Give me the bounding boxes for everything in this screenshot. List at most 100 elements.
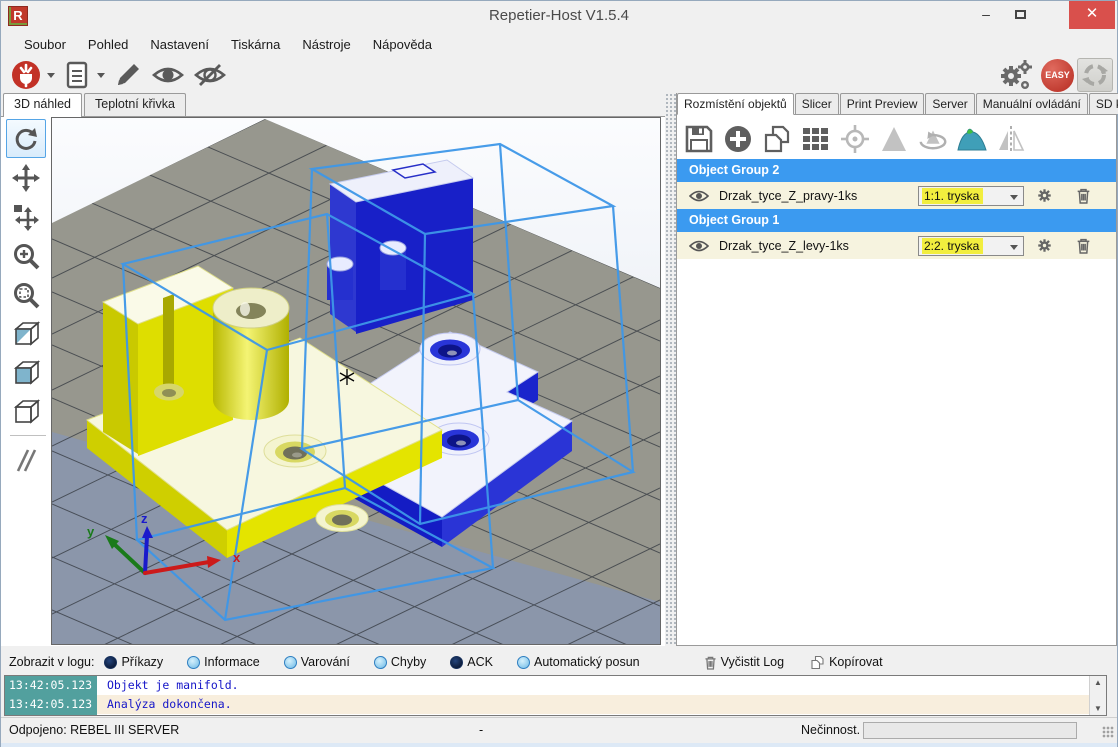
app-window: R Repetier-Host V1.5.4 – ✕ Soubor Pohled… <box>0 0 1118 747</box>
object-row[interactable]: Drzak_tyce_Z_pravy-1ks 1:1. tryska <box>677 182 1116 209</box>
add-object-button[interactable] <box>722 123 754 155</box>
zoom-in-button[interactable] <box>6 236 46 275</box>
visibility-eye-icon[interactable] <box>689 239 711 253</box>
filter-commands[interactable]: Příkazy <box>104 655 163 669</box>
filter-warnings[interactable]: Varování <box>284 655 350 669</box>
tab-sd-card[interactable]: SD karta <box>1089 93 1118 114</box>
maximize-button[interactable] <box>1003 1 1037 29</box>
window-title: Repetier-Host V1.5.4 <box>1 1 1117 31</box>
hide-travel-button[interactable] <box>189 59 231 91</box>
front-view-button[interactable] <box>6 353 46 392</box>
extruder-select[interactable]: 2:2. tryska <box>918 236 1024 256</box>
grid-icon <box>801 124 831 154</box>
menu-soubor[interactable]: Soubor <box>13 34 77 55</box>
object-settings-button[interactable] <box>1036 187 1076 204</box>
printer-settings-button[interactable] <box>994 59 1038 91</box>
connect-dropdown-caret[interactable] <box>47 73 55 78</box>
window-bottom-edge <box>1 743 1117 747</box>
filter-dot-icon <box>187 656 200 669</box>
3d-canvas[interactable]: y z x <box>51 117 661 645</box>
log-time: 13:42:05.123 <box>5 676 97 695</box>
isometric-view-button[interactable] <box>6 314 46 353</box>
mirror-icon <box>996 124 1026 154</box>
menu-nastroje[interactable]: Nástroje <box>291 34 361 55</box>
menu-tiskarna[interactable]: Tiskárna <box>220 34 291 55</box>
menu-napoveda[interactable]: Nápověda <box>362 34 443 55</box>
menu-nastaveni[interactable]: Nastavení <box>139 34 220 55</box>
filament-change-button[interactable] <box>1077 58 1113 92</box>
filter-errors[interactable]: Chyby <box>374 655 426 669</box>
lay-flat-button[interactable] <box>956 123 988 155</box>
move-icon <box>12 164 40 192</box>
parallel-lines-icon <box>12 446 40 474</box>
trash-icon <box>704 655 717 670</box>
show-filament-button[interactable] <box>147 59 189 91</box>
menu-bar: Soubor Pohled Nastavení Tiskárna Nástroj… <box>1 31 1117 57</box>
scroll-up-icon[interactable]: ▲ <box>1094 678 1102 687</box>
filter-info[interactable]: Informace <box>187 655 260 669</box>
tab-manual-control[interactable]: Manuální ovládání <box>976 93 1088 114</box>
log-message-column: Objekt je manifold. Analýza dokončena. <box>97 676 1089 715</box>
log-show-label: Zobrazit v logu: <box>9 655 94 669</box>
parallel-projection-button[interactable] <box>6 440 46 479</box>
cube-iso-icon <box>11 319 41 349</box>
object-row[interactable]: Drzak_tyce_Z_levy-1ks 2:2. tryska <box>677 232 1116 259</box>
edit-button[interactable] <box>109 59 147 91</box>
filter-ack[interactable]: ACK <box>450 655 493 669</box>
load-file-dropdown-caret[interactable] <box>97 73 105 78</box>
extruder-select[interactable]: 1:1. tryska <box>918 186 1024 206</box>
save-button[interactable] <box>683 123 715 155</box>
connect-button[interactable] <box>7 59 45 91</box>
autoposition-button[interactable] <box>800 123 832 155</box>
copy-log-button[interactable]: Kopírovat <box>810 655 883 670</box>
move-object-button[interactable] <box>6 197 46 236</box>
move-view-button[interactable] <box>6 158 46 197</box>
tab-slicer[interactable]: Slicer <box>795 93 839 114</box>
extruder-value: 2:2. tryska <box>922 238 983 254</box>
status-bar: Odpojeno: REBEL III SERVER - Nečinnost. <box>1 717 1117 743</box>
perspective-view-button[interactable] <box>6 392 46 431</box>
minimize-button[interactable]: – <box>969 1 1003 29</box>
object-group-header[interactable]: Object Group 1 <box>677 209 1116 232</box>
rotate-icon <box>12 125 40 153</box>
scroll-down-icon[interactable]: ▼ <box>1094 704 1102 713</box>
object-name: Drzak_tyce_Z_levy-1ks <box>719 239 918 253</box>
tab-object-placement[interactable]: Rozmístění objektů <box>677 93 794 115</box>
delete-object-button[interactable] <box>1076 237 1116 254</box>
status-center: - <box>479 723 483 737</box>
tab-print-preview[interactable]: Print Preview <box>840 93 925 114</box>
menu-pohled[interactable]: Pohled <box>77 34 139 55</box>
rotate-object-button[interactable] <box>917 123 949 155</box>
rotate-view-button[interactable] <box>6 119 46 158</box>
log-output: 13:42:05.123 13:42:05.123 Objekt je mani… <box>4 675 1107 716</box>
close-button[interactable]: ✕ <box>1069 1 1115 29</box>
clear-log-button[interactable]: Vyčistit Log <box>704 655 784 670</box>
filter-dot-icon <box>374 656 387 669</box>
object-group-header[interactable]: Object Group 2 <box>677 159 1116 182</box>
delete-object-button[interactable] <box>1076 187 1116 204</box>
scale-object-button[interactable] <box>878 123 910 155</box>
resize-grip-icon[interactable] <box>1102 726 1114 738</box>
tab-3d-view[interactable]: 3D náhled <box>3 93 82 117</box>
pencil-icon <box>112 59 144 91</box>
tab-server[interactable]: Server <box>925 93 974 114</box>
cube-wire-icon <box>11 397 41 427</box>
object-settings-button[interactable] <box>1036 237 1076 254</box>
mirror-object-button[interactable] <box>995 123 1027 155</box>
easy-mode-button[interactable]: EASY <box>1041 59 1074 92</box>
triangle-icon <box>879 124 909 154</box>
panel-splitter[interactable] <box>665 93 676 646</box>
center-object-button[interactable] <box>839 123 871 155</box>
log-scrollbar[interactable]: ▲ ▼ <box>1089 676 1106 715</box>
visibility-eye-icon[interactable] <box>689 189 711 203</box>
copy-object-button[interactable] <box>761 123 793 155</box>
title-bar: R Repetier-Host V1.5.4 – ✕ <box>1 1 1117 31</box>
zoom-fit-button[interactable] <box>6 275 46 314</box>
view-toolstrip <box>6 119 50 479</box>
load-file-button[interactable] <box>59 59 95 91</box>
tab-temperature-curve[interactable]: Teplotní křivka <box>84 93 186 116</box>
object-name: Drzak_tyce_Z_pravy-1ks <box>719 189 918 203</box>
printer-state: Nečinnost. <box>801 723 860 737</box>
filter-autoscroll[interactable]: Automatický posun <box>517 655 640 669</box>
axis-label-y: y <box>87 524 95 539</box>
